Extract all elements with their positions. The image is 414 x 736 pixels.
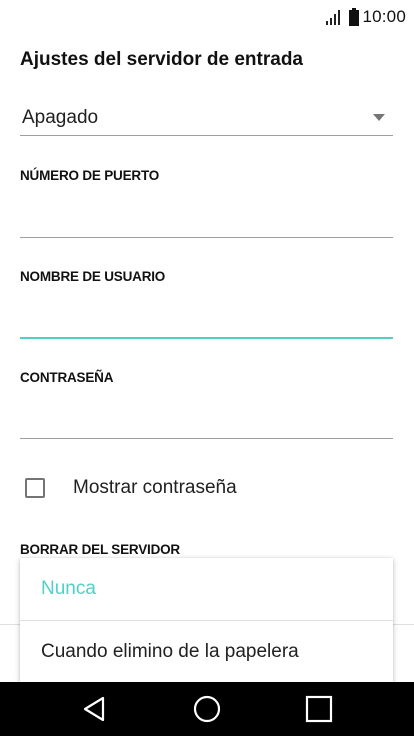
menu-item-trash[interactable]: Cuando elimino de la papelera [20, 621, 393, 683]
delete-options-menu: Nunca Cuando elimino de la papelera [20, 558, 393, 682]
security-type-dropdown[interactable]: Apagado [20, 100, 393, 136]
recents-icon[interactable] [304, 694, 334, 724]
show-password-checkbox[interactable] [25, 478, 45, 498]
security-type-value: Apagado [22, 107, 99, 128]
signal-icon [326, 10, 341, 25]
home-icon[interactable] [192, 694, 222, 724]
status-time: 10:00 [362, 7, 406, 26]
show-password-row[interactable]: Mostrar contraseña [25, 476, 237, 500]
menu-item-nunca[interactable]: Nunca [20, 558, 393, 620]
navigation-bar [0, 682, 414, 736]
battery-icon [349, 8, 360, 26]
show-password-label: Mostrar contraseña [73, 477, 237, 498]
password-input[interactable] [20, 405, 393, 439]
username-input[interactable] [20, 305, 393, 339]
port-label: NÚMERO DE PUERTO [20, 168, 160, 183]
delete-from-server-label: BORRAR DEL SERVIDOR [20, 542, 180, 557]
username-label: NOMBRE DE USUARIO [20, 269, 166, 284]
password-label: CONTRASEÑA [20, 370, 114, 385]
page-title: Ajustes del servidor de entrada [20, 49, 303, 70]
back-icon[interactable] [80, 694, 110, 724]
status-bar: 10:00 [0, 0, 414, 34]
dropdown-arrow-icon [373, 114, 385, 121]
port-input[interactable] [20, 204, 393, 238]
